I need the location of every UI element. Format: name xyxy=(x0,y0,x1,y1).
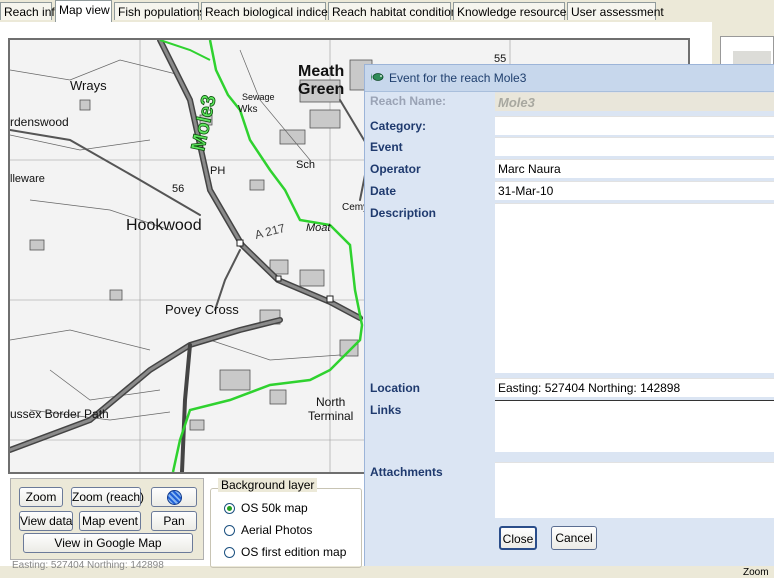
event-label: Event xyxy=(370,140,403,154)
radio-unselected-icon xyxy=(224,546,235,558)
globe-button[interactable] xyxy=(151,487,197,507)
radio-os-first-edition-map[interactable]: OS first edition map xyxy=(224,545,346,559)
radio-unselected-icon xyxy=(224,524,235,536)
location-field[interactable]: Easting: 527404 Northing: 142898 xyxy=(495,378,774,397)
tab-knowledge-resources[interactable]: Knowledge resources xyxy=(453,2,572,20)
svg-text:Green: Green xyxy=(298,81,344,98)
svg-text:lleware: lleware xyxy=(10,173,45,185)
tab-user-assessment[interactable]: User assessment xyxy=(567,2,664,20)
operator-field[interactable]: Marc Naura xyxy=(495,159,774,178)
attachments-label: Attachments xyxy=(370,465,443,479)
map-event-button[interactable]: Map event xyxy=(79,511,141,531)
date-field[interactable]: 31-Mar-10 xyxy=(495,181,774,200)
map-controls: Zoom Zoom (reach) View data Map event Pa… xyxy=(10,478,204,560)
radio-selected-icon xyxy=(224,502,235,514)
reach-name-label: Reach Name: xyxy=(370,94,447,108)
category-label: Category: xyxy=(370,119,427,133)
svg-text:Sch: Sch xyxy=(296,159,315,171)
tab-map-view[interactable]: Map view xyxy=(55,0,112,22)
svg-text:Sewage: Sewage xyxy=(242,92,275,102)
tab-bar: Reach info Map view Fish populations Rea… xyxy=(0,0,774,23)
svg-text:Terminal: Terminal xyxy=(308,409,353,423)
description-field[interactable] xyxy=(495,203,774,373)
date-label: Date xyxy=(370,184,397,198)
tab-reach-habitat-condition[interactable]: Reach habitat condition xyxy=(328,2,457,20)
reach-name-field: Mole3 xyxy=(495,92,774,111)
operator-label: Operator xyxy=(370,162,421,176)
radio-os-50k-map[interactable]: OS 50k map xyxy=(224,501,308,515)
svg-text:Povey Cross: Povey Cross xyxy=(165,302,239,317)
svg-text:56: 56 xyxy=(172,183,184,195)
svg-text:Meath: Meath xyxy=(298,63,344,80)
fish-icon xyxy=(371,73,384,81)
view-in-google-map-button[interactable]: View in Google Map xyxy=(23,533,193,553)
dialog-body: Reach Name: Mole3 Category: Event Operat… xyxy=(365,92,774,566)
background-layer-group: Background layer OS 50k map Aerial Photo… xyxy=(210,478,362,568)
location-label: Location xyxy=(370,381,420,395)
links-label: Links xyxy=(370,403,402,417)
zoom-button[interactable]: Zoom xyxy=(19,487,63,507)
background-layer-legend: Background layer xyxy=(218,478,318,492)
globe-icon xyxy=(166,490,182,505)
svg-text:PH: PH xyxy=(210,165,225,177)
zoom-label: Zoom xyxy=(743,567,769,578)
svg-text:ussex Border Path: ussex Border Path xyxy=(10,407,109,421)
tab-reach-biological-indices[interactable]: Reach biological indices xyxy=(201,2,334,20)
tab-fish-populations[interactable]: Fish populations xyxy=(114,2,205,20)
tab-reach-info[interactable]: Reach info xyxy=(0,2,61,20)
svg-text:Wrays: Wrays xyxy=(70,78,107,93)
pan-button[interactable]: Pan xyxy=(151,511,197,531)
attachments-field[interactable] xyxy=(495,462,774,518)
svg-text:Hookwood: Hookwood xyxy=(126,217,202,234)
svg-text:Moat: Moat xyxy=(306,222,331,234)
view-data-button[interactable]: View data xyxy=(19,511,73,531)
event-field[interactable] xyxy=(495,137,774,156)
category-field[interactable] xyxy=(495,116,774,135)
svg-text:rdenswood: rdenswood xyxy=(10,115,69,129)
radio-aerial-photos[interactable]: Aerial Photos xyxy=(224,523,312,537)
svg-text:Wks: Wks xyxy=(238,104,257,115)
svg-text:North: North xyxy=(316,395,345,409)
dialog-title-bar[interactable]: Event for the reach Mole3 xyxy=(365,65,774,92)
close-button[interactable]: Close xyxy=(499,526,537,550)
links-field[interactable] xyxy=(495,400,774,452)
zoom-reach-button[interactable]: Zoom (reach) xyxy=(71,487,144,507)
event-dialog: Event for the reach Mole3 Reach Name: Mo… xyxy=(364,64,774,566)
dialog-title: Event for the reach Mole3 xyxy=(389,71,527,85)
cancel-button[interactable]: Cancel xyxy=(551,526,597,550)
description-label: Description xyxy=(370,206,437,220)
